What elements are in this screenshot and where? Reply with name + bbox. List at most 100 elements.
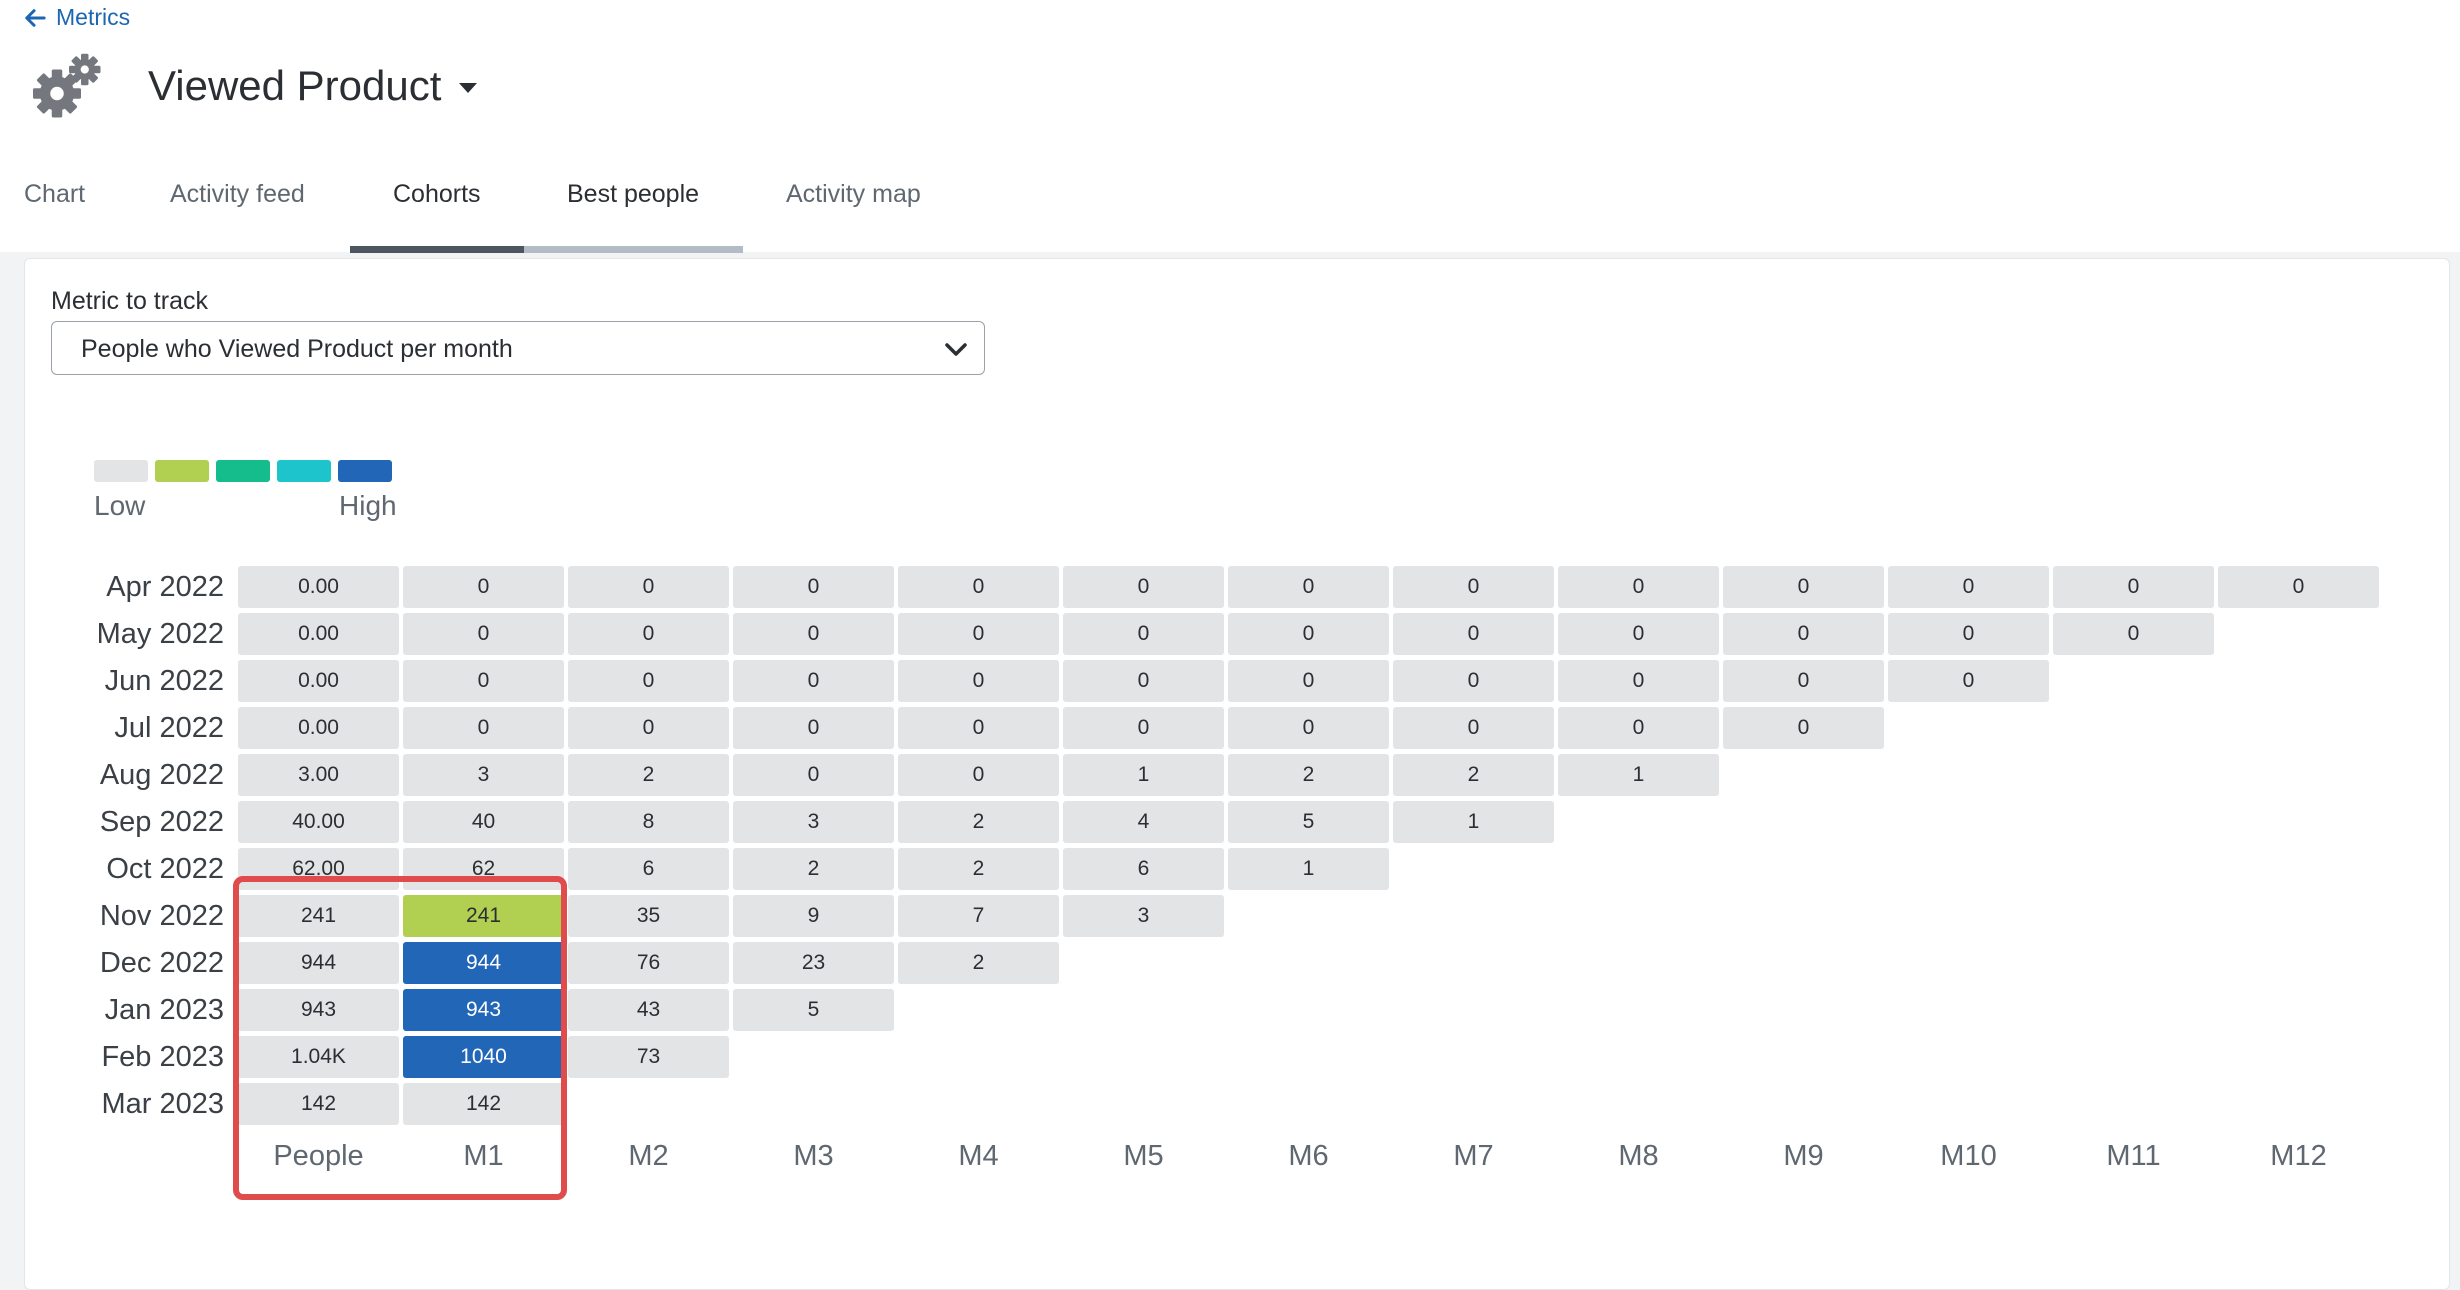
cohort-cell: 0: [568, 566, 729, 608]
legend-high-label: High: [339, 490, 397, 521]
cohort-cell: 0: [898, 660, 1059, 702]
cohort-cell: 3: [1063, 895, 1224, 937]
cohort-people-cell: 3.00: [238, 754, 399, 796]
cohort-cell: 0: [1393, 613, 1554, 655]
cohort-cell: 0: [1558, 613, 1719, 655]
back-link-label: Metrics: [56, 4, 131, 30]
row-label: Dec 2022: [99, 947, 224, 979]
cohort-cell: 6: [1063, 848, 1224, 890]
cohort-cell: 4: [1063, 801, 1224, 843]
cohort-cell: 2: [898, 848, 1059, 890]
legend-swatch-2: [155, 460, 209, 482]
page-title: Viewed Product: [148, 62, 442, 109]
cohort-cell: 5: [1228, 801, 1389, 843]
cohort-cell: 0: [733, 613, 894, 655]
cohort-cell: 0: [2218, 566, 2379, 608]
column-label: M7: [1453, 1140, 1494, 1172]
cohort-cell: 0: [1888, 660, 2049, 702]
cohort-cell: 0: [403, 566, 564, 608]
cohort-people-cell: 0.00: [238, 566, 399, 608]
top-bar: Metrics Viewed Product Chart Activity fe…: [0, 0, 2460, 253]
page-title-dropdown[interactable]: Viewed Product: [148, 62, 478, 110]
cohort-cell: 142: [403, 1083, 564, 1125]
cohort-cell: 0: [403, 613, 564, 655]
cohort-cell: 0: [1723, 660, 1884, 702]
tab-activity-feed[interactable]: Activity feed: [170, 180, 305, 209]
cohort-people-cell: 142: [238, 1083, 399, 1125]
legend-low-label: Low: [94, 490, 146, 521]
cohort-cell: 6: [568, 848, 729, 890]
cohort-cell: 0: [1228, 707, 1389, 749]
legend-swatch-1: [94, 460, 148, 482]
cohort-people-cell: 0.00: [238, 707, 399, 749]
cohort-cell: 0: [2053, 566, 2214, 608]
tab-best-people-underline: [524, 246, 743, 253]
chevron-down-icon: [945, 343, 967, 356]
cohort-people-cell: 40.00: [238, 801, 399, 843]
cohort-cell: 2: [1393, 754, 1554, 796]
cohort-cell: 0: [1063, 566, 1224, 608]
tab-cohorts[interactable]: Cohorts: [393, 180, 481, 209]
back-link[interactable]: Metrics: [24, 4, 130, 31]
cohort-cell: 76: [568, 942, 729, 984]
cohort-people-cell: 241: [238, 895, 399, 937]
cohort-people-cell: 943: [238, 989, 399, 1031]
metric-select[interactable]: People who Viewed Product per month: [51, 321, 985, 375]
row-label: Feb 2023: [101, 1041, 224, 1073]
cohort-cell: 73: [568, 1036, 729, 1078]
cohort-people-cell: 0.00: [238, 660, 399, 702]
cohort-cell: 0: [1723, 613, 1884, 655]
cohort-cell: 0: [1228, 613, 1389, 655]
column-label: M10: [1940, 1140, 1997, 1172]
cohort-cell: 3: [733, 801, 894, 843]
column-label: M2: [628, 1140, 669, 1172]
cohort-cell: 62: [403, 848, 564, 890]
cohort-cell: 0: [568, 660, 729, 702]
column-label: M6: [1288, 1140, 1329, 1172]
cohort-people-cell: 62.00: [238, 848, 399, 890]
cohort-cell: 0: [898, 754, 1059, 796]
cohort-people-cell: 944: [238, 942, 399, 984]
cohort-cell: 0: [1888, 566, 2049, 608]
row-label: Mar 2023: [101, 1088, 224, 1120]
cohort-cell: 1: [1393, 801, 1554, 843]
metric-label: Metric to track: [51, 287, 208, 315]
legend-swatch-5: [338, 460, 392, 482]
column-label: M3: [793, 1140, 834, 1172]
cohort-cell: 1040: [403, 1036, 564, 1078]
column-label: M8: [1618, 1140, 1659, 1172]
cohort-cell: 0: [1063, 660, 1224, 702]
cohort-cell: 0: [1063, 613, 1224, 655]
row-label: Sep 2022: [99, 806, 224, 838]
tab-best-people[interactable]: Best people: [567, 180, 699, 209]
column-label: M9: [1783, 1140, 1824, 1172]
column-label: M4: [958, 1140, 999, 1172]
cohort-cell: 0: [568, 613, 729, 655]
row-label: Jul 2022: [114, 712, 224, 744]
cohort-cell: 23: [733, 942, 894, 984]
cohort-cell: 0: [733, 566, 894, 608]
cohort-cell: 0: [733, 707, 894, 749]
cohort-cell: 1: [1228, 848, 1389, 890]
tab-activity-map[interactable]: Activity map: [786, 180, 921, 209]
cohort-cell: 7: [898, 895, 1059, 937]
cohort-cell: 0: [1393, 707, 1554, 749]
cohort-cell: 0: [1558, 707, 1719, 749]
cohort-cell: 241: [403, 895, 564, 937]
legend-swatch-4: [277, 460, 331, 482]
cohort-cell: 0: [403, 660, 564, 702]
cohort-cell: 0: [568, 707, 729, 749]
cohort-cell: 35: [568, 895, 729, 937]
cohort-cell: 2: [568, 754, 729, 796]
cohort-cell: 0: [1063, 707, 1224, 749]
tab-chart[interactable]: Chart: [24, 180, 85, 209]
cohort-cell: 9: [733, 895, 894, 937]
cohort-cell: 8: [568, 801, 729, 843]
caret-down-icon: [459, 83, 478, 93]
cohort-cell: 0: [1888, 613, 2049, 655]
tab-cohorts-underline: [350, 246, 524, 253]
legend-swatch-3: [216, 460, 270, 482]
cohort-cell: 3: [403, 754, 564, 796]
cohort-cell: 0: [1228, 660, 1389, 702]
cohort-cell: 0: [733, 754, 894, 796]
